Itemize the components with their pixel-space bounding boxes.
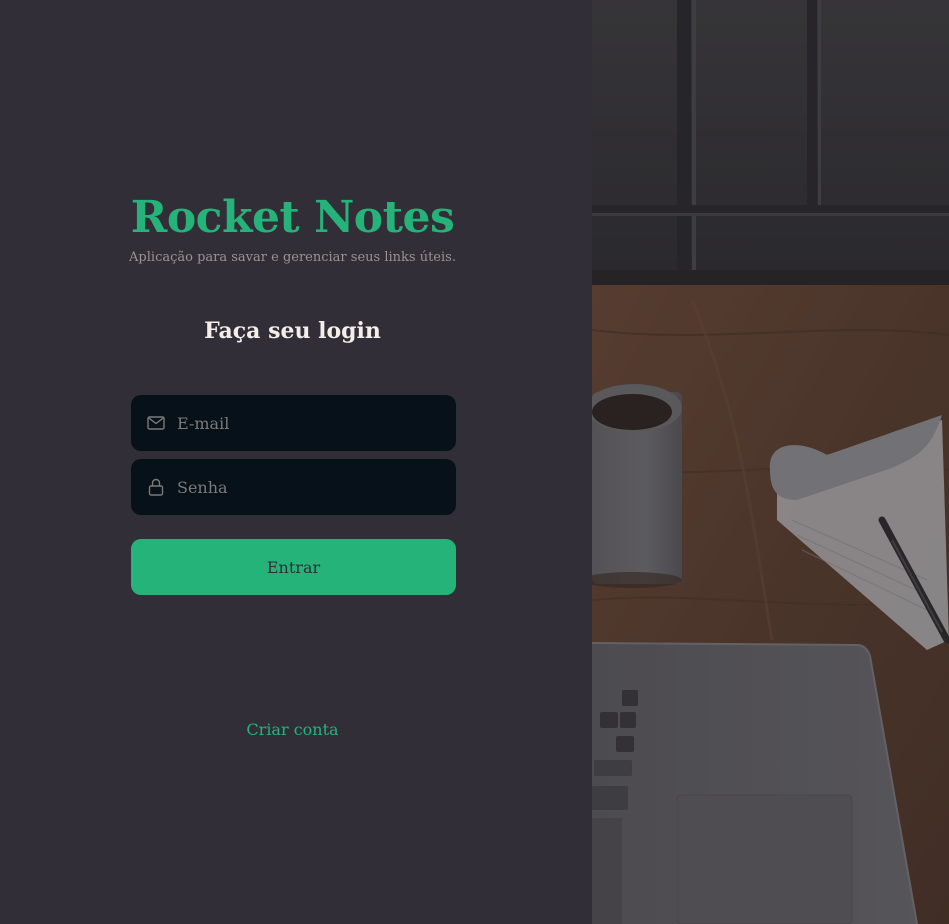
sign-in-button[interactable]: Entrar	[131, 539, 456, 595]
brand-subtitle: Aplicação para savar e gerenciar seus li…	[129, 250, 456, 265]
background-image	[592, 0, 949, 924]
mail-icon	[147, 414, 165, 432]
brand-title: Rocket Notes	[130, 192, 455, 243]
login-heading: Faça seu login	[204, 318, 381, 344]
lock-icon	[147, 478, 165, 496]
email-field[interactable]	[131, 395, 456, 451]
email-input[interactable]	[177, 395, 456, 451]
sign-in-form-panel: Rocket Notes Aplicação para savar e gere…	[0, 0, 592, 924]
password-field[interactable]	[131, 459, 456, 515]
sign-in-page: Rocket Notes Aplicação para savar e gere…	[0, 0, 949, 924]
create-account-link[interactable]: Criar conta	[0, 719, 585, 741]
password-input[interactable]	[177, 459, 456, 515]
